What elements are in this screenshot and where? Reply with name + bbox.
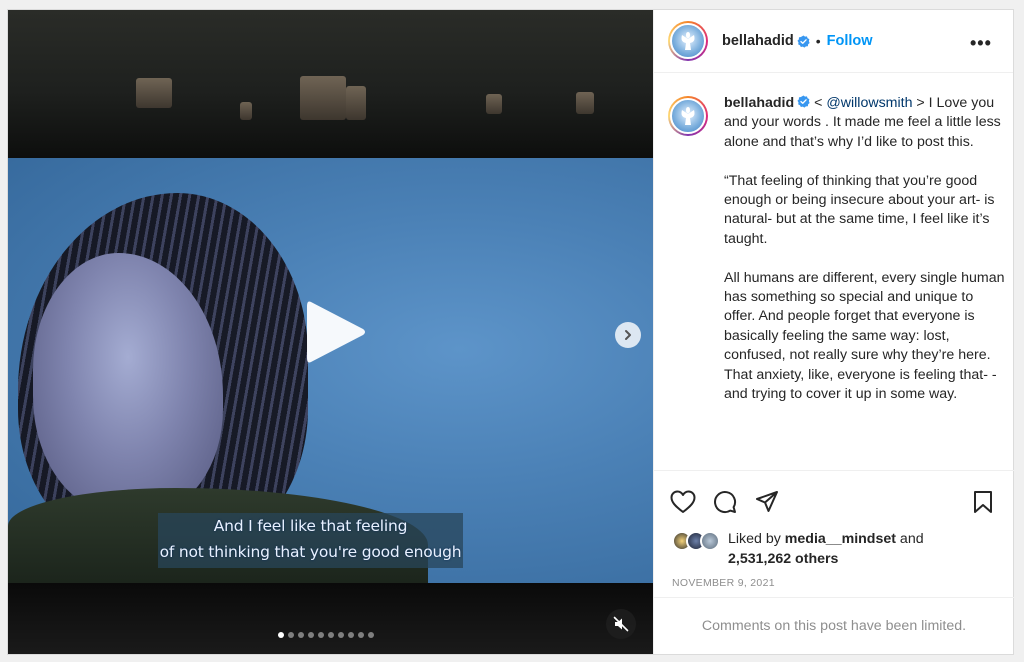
carousel-dot	[288, 632, 294, 638]
liker-avatars[interactable]	[672, 531, 720, 551]
post-side-panel: bellahadid • Follow ••• bellahadid < @wi…	[653, 10, 1014, 654]
next-slide-button[interactable]	[615, 322, 641, 348]
post-media[interactable]: And I feel like that feeling of not thin…	[8, 10, 653, 654]
carousel-indicator	[278, 632, 374, 638]
carousel-dot	[368, 632, 374, 638]
comments-limited-notice: Comments on this post have been limited.	[654, 597, 1014, 654]
paper-plane-icon	[756, 491, 778, 512]
carousel-dot	[358, 632, 364, 638]
caption-paragraph-2: “That feeling of thinking that you’re go…	[724, 172, 995, 247]
carousel-dot	[278, 632, 284, 638]
subtitle-line-2: of not thinking that you're good enough	[159, 543, 462, 561]
angel-figure-icon	[681, 32, 695, 50]
video-background-bottom	[8, 583, 653, 654]
likes-middle: and	[895, 531, 924, 547]
likes-text: Liked by media__mindset and 2,531,262 ot…	[728, 529, 924, 569]
subtitle-line-1: And I feel like that feeling	[213, 517, 408, 535]
caption-paragraph-3: All humans are different, every single h…	[724, 269, 1004, 403]
mention-prefix: <	[810, 95, 827, 111]
liker-avatar	[700, 531, 720, 551]
post-caption: bellahadid < @willowsmith > I Love you a…	[668, 94, 1004, 470]
likes-summary: Liked by media__mindset and 2,531,262 ot…	[672, 529, 924, 569]
post-dialog: And I feel like that feeling of not thin…	[7, 9, 1014, 655]
comment-bubble-icon	[714, 491, 737, 514]
carousel-dot	[298, 632, 304, 638]
follow-button[interactable]: Follow	[827, 33, 873, 49]
verified-badge-icon	[797, 34, 810, 48]
post-date[interactable]: NOVEMBER 9, 2021	[672, 577, 775, 589]
angel-figure-icon	[681, 107, 695, 125]
bookmark-icon	[974, 491, 992, 513]
carousel-dot	[318, 632, 324, 638]
like-button[interactable]	[670, 489, 696, 515]
author-username[interactable]: bellahadid	[722, 33, 794, 49]
heart-icon	[670, 490, 696, 513]
carousel-dot	[348, 632, 354, 638]
caption-intro: bellahadid < @willowsmith > I Love you a…	[724, 94, 1004, 152]
verified-badge-icon	[797, 95, 810, 108]
header-separator: •	[815, 33, 821, 49]
play-icon[interactable]	[301, 296, 369, 368]
carousel-dot	[308, 632, 314, 638]
caption-avatar[interactable]	[668, 96, 708, 136]
author-avatar[interactable]	[668, 21, 708, 61]
carousel-dot	[338, 632, 344, 638]
video-subtitle: And I feel like that feeling of not thin…	[158, 513, 463, 568]
mention-link[interactable]: @willowsmith	[826, 95, 912, 111]
speaker-muted-icon	[613, 616, 629, 632]
more-options-icon[interactable]: •••	[970, 33, 992, 54]
caption-username[interactable]: bellahadid	[724, 95, 794, 111]
post-header: bellahadid • Follow •••	[654, 10, 1013, 73]
carousel-dot	[328, 632, 334, 638]
likes-prefix: Liked by	[728, 531, 785, 547]
comment-button[interactable]	[712, 489, 738, 515]
video-background-top	[8, 10, 653, 158]
post-actions-bar	[654, 470, 1014, 530]
save-button[interactable]	[970, 489, 996, 515]
chevron-right-icon	[625, 330, 631, 340]
share-button[interactable]	[754, 489, 780, 515]
caption-text: bellahadid < @willowsmith > I Love you a…	[724, 94, 1004, 404]
likes-count[interactable]: 2,531,262 others	[728, 551, 838, 567]
liker-username[interactable]: media__mindset	[785, 531, 896, 547]
mute-toggle-button[interactable]	[606, 609, 636, 639]
